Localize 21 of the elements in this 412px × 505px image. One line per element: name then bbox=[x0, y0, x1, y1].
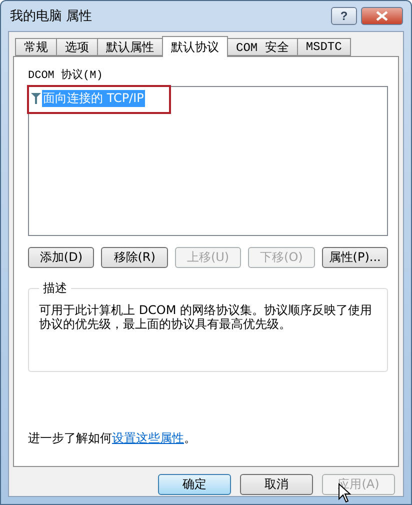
help-text-end: 。 bbox=[184, 430, 196, 447]
group-title: 描述 bbox=[42, 280, 68, 297]
help-button[interactable]: ? bbox=[331, 7, 357, 25]
tab[interactable]: COM 安全 bbox=[227, 38, 298, 56]
window-title: 我的电脑 属性 bbox=[10, 8, 94, 25]
list-button[interactable]: 属性(P)... bbox=[322, 247, 388, 268]
dialog-button[interactable]: 取消 bbox=[240, 474, 313, 495]
close-button[interactable] bbox=[361, 7, 403, 25]
tab[interactable]: 默认协议 bbox=[162, 36, 228, 57]
tab[interactable]: 默认属性 bbox=[97, 38, 163, 56]
help-link[interactable]: 设置这些属性 bbox=[112, 430, 184, 447]
list-button[interactable]: 移除(R) bbox=[101, 247, 168, 268]
tab[interactable]: 选项 bbox=[56, 38, 98, 56]
description-text: 可用于此计算机上 DCOM 的网络协议集。协议顺序反映了使用协议的优先级，最上面的协议具有最高优先级。 bbox=[39, 303, 374, 331]
tab[interactable]: MSDTC bbox=[296, 38, 351, 56]
close-icon bbox=[376, 11, 388, 21]
help-text: 进一步了解如何 bbox=[28, 430, 112, 447]
dialog-button[interactable]: 确定 bbox=[158, 474, 231, 495]
list-label: DCOM 协议(M) bbox=[28, 68, 104, 82]
list-button[interactable]: 添加(D) bbox=[28, 247, 94, 268]
tab[interactable]: 常规 bbox=[15, 38, 57, 56]
